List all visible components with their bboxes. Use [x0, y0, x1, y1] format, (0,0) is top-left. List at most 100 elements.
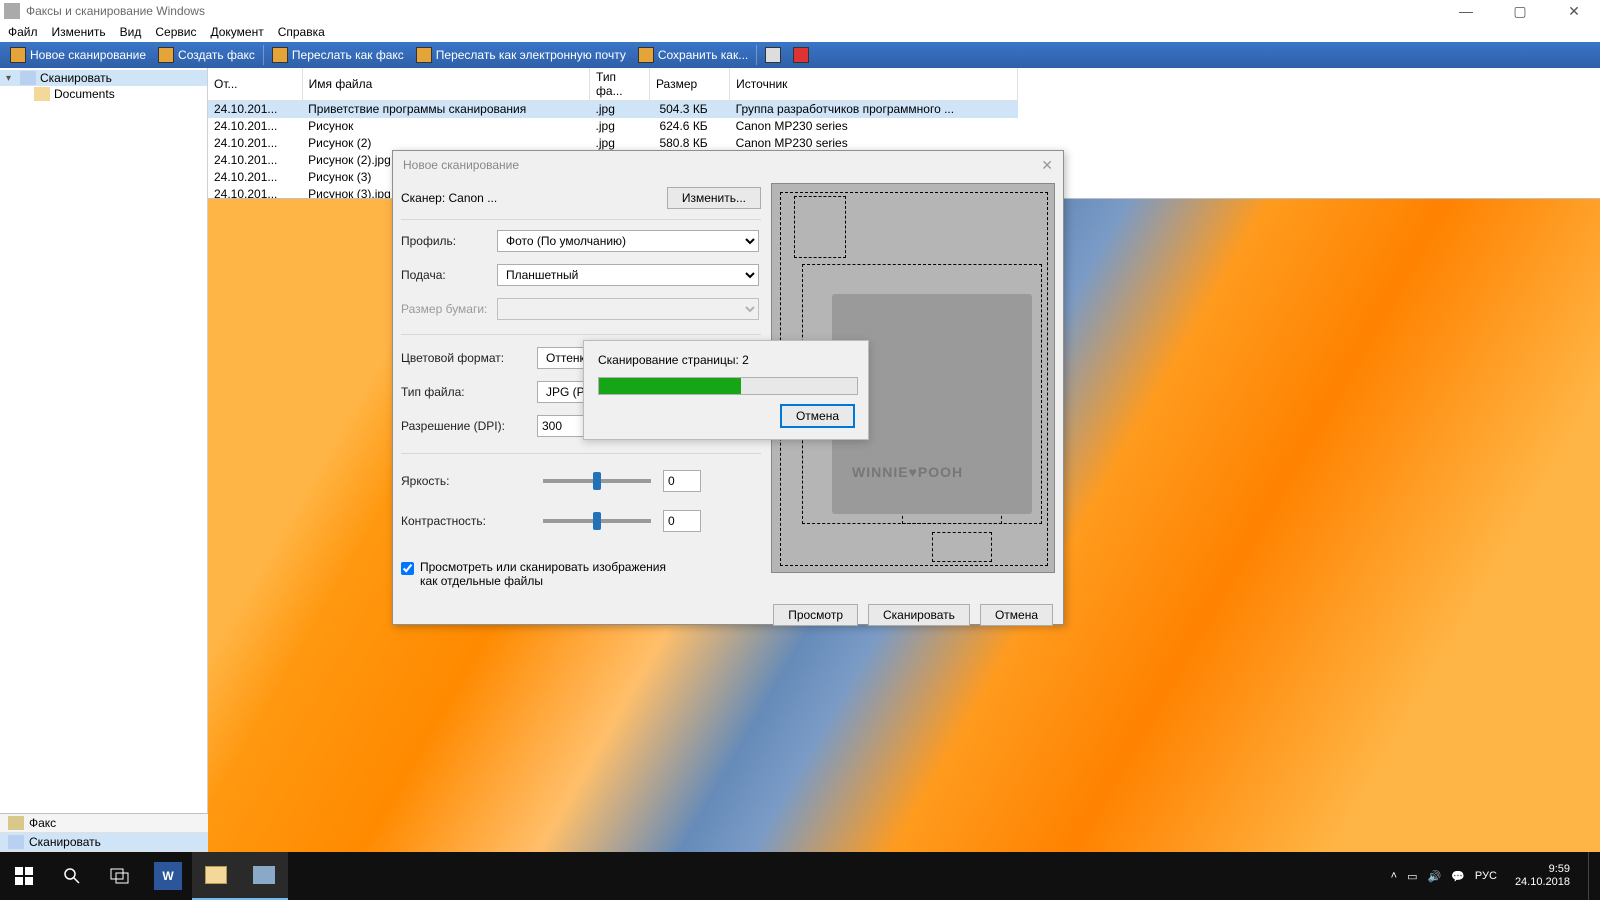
close-button[interactable]: ✕ [1556, 3, 1592, 20]
brightness-slider[interactable] [543, 479, 651, 483]
mode-scan-label: Сканировать [29, 835, 101, 849]
tb-save-as[interactable]: Сохранить как... [632, 43, 754, 67]
print-icon [765, 47, 781, 63]
task-view-icon[interactable] [96, 852, 144, 900]
dialog-title: Новое сканирование [403, 158, 1041, 172]
menu-edit[interactable]: Изменить [52, 25, 106, 39]
contrast-label: Контрастность: [401, 514, 537, 528]
cancel-button[interactable]: Отмена [980, 604, 1053, 626]
tray-volume-icon[interactable]: 🔊 [1428, 870, 1442, 883]
col-date[interactable]: От... [208, 68, 302, 101]
sidebar: ▾ Сканировать Documents [0, 68, 208, 852]
taskbar: W ˄ ▭ 🔊 💬 РУС 9:59 24.10.2018 [0, 852, 1600, 900]
progress-cancel-button[interactable]: Отмена [781, 405, 854, 427]
contrast-slider[interactable] [543, 519, 651, 523]
menu-document[interactable]: Документ [210, 25, 263, 39]
scanner-taskbar-icon[interactable] [240, 852, 288, 900]
tray-language[interactable]: РУС [1475, 870, 1497, 882]
tray-action-center-icon[interactable]: 💬 [1451, 870, 1465, 883]
scanner-label: Сканер: Canon ... [401, 191, 667, 205]
save-icon [638, 47, 654, 63]
change-scanner-button[interactable]: Изменить... [667, 187, 761, 209]
delete-icon [793, 47, 809, 63]
tray-network-icon[interactable]: ▭ [1407, 870, 1417, 883]
progress-bar [598, 377, 858, 395]
taskbar-clock[interactable]: 9:59 24.10.2018 [1507, 863, 1578, 889]
tb-new-scan-label: Новое сканирование [30, 48, 146, 62]
menu-view[interactable]: Вид [120, 25, 142, 39]
col-source[interactable]: Источник [730, 68, 1018, 101]
app-icon [4, 3, 20, 19]
mode-panel: Факс Сканировать [0, 813, 208, 852]
tb-forward-fax[interactable]: Переслать как факс [266, 43, 410, 67]
start-button[interactable] [0, 852, 48, 900]
tree-root-scan[interactable]: ▾ Сканировать [0, 70, 207, 86]
tb-print[interactable] [759, 43, 787, 67]
dialog-close-button[interactable]: ✕ [1041, 157, 1053, 174]
brightness-value[interactable] [663, 470, 701, 492]
word-taskbar-icon[interactable]: W [144, 852, 192, 900]
tb-create-fax[interactable]: Создать факс [152, 43, 261, 67]
paper-size-select [497, 298, 759, 320]
source-select[interactable]: Планшетный [497, 264, 759, 286]
dpi-label: Разрешение (DPI): [401, 419, 537, 433]
show-desktop-button[interactable] [1588, 852, 1594, 900]
tb-forward-email-label: Переслать как электронную почту [436, 48, 626, 62]
file-type-label: Тип файла: [401, 385, 537, 399]
tree-documents[interactable]: Documents [0, 86, 207, 102]
tree-documents-label: Documents [54, 87, 115, 101]
clock-date: 24.10.2018 [1515, 876, 1570, 889]
slider-thumb[interactable] [593, 512, 601, 530]
separator [263, 45, 264, 65]
minimize-button[interactable]: — [1448, 3, 1484, 20]
source-label: Подача: [401, 268, 497, 282]
folder-icon [34, 87, 50, 101]
mode-fax-label: Факс [29, 816, 56, 830]
tree-root-label: Сканировать [40, 71, 112, 85]
menu-file[interactable]: Файл [8, 25, 38, 39]
file-row[interactable]: 24.10.201...Рисунок (2).jpg580.8 КБCanon… [208, 135, 1018, 152]
dialog-titlebar: Новое сканирование ✕ [393, 151, 1063, 179]
fax-mode-icon [8, 816, 24, 830]
tray-chevron-icon[interactable]: ˄ [1391, 870, 1397, 882]
explorer-taskbar-icon[interactable] [192, 852, 240, 900]
tb-forward-email[interactable]: Переслать как электронную почту [410, 43, 632, 67]
forward-fax-icon [272, 47, 288, 63]
tb-create-fax-label: Создать факс [178, 48, 255, 62]
mode-scan[interactable]: Сканировать [0, 833, 208, 852]
color-format-label: Цветовой формат: [401, 351, 537, 365]
contrast-value[interactable] [663, 510, 701, 532]
maximize-button[interactable]: ▢ [1502, 3, 1538, 20]
menu-help[interactable]: Справка [278, 25, 325, 39]
tb-delete[interactable] [787, 43, 815, 67]
window-controls: — ▢ ✕ [1448, 3, 1592, 20]
chevron-down-icon[interactable]: ▾ [6, 73, 16, 84]
titlebar: Факсы и сканирование Windows — ▢ ✕ [0, 0, 1600, 22]
file-row[interactable]: 24.10.201...Приветствие программы сканир… [208, 101, 1018, 118]
slider-thumb[interactable] [593, 472, 601, 490]
mode-fax[interactable]: Факс [0, 814, 208, 833]
profile-select[interactable]: Фото (По умолчанию) [497, 230, 759, 252]
col-size[interactable]: Размер [649, 68, 729, 101]
scan-button[interactable]: Сканировать [868, 604, 970, 626]
preview-button[interactable]: Просмотр [773, 604, 858, 626]
separator [756, 45, 757, 65]
scan-mode-icon [8, 835, 24, 849]
separate-files-checkbox[interactable] [401, 562, 414, 575]
fax-icon [158, 47, 174, 63]
scanner-icon [10, 47, 26, 63]
tb-new-scan[interactable]: Новое сканирование [4, 43, 152, 67]
separate-files-label: Просмотреть или сканировать изображения … [420, 560, 670, 588]
menubar: Файл Изменить Вид Сервис Документ Справк… [0, 22, 1600, 42]
file-row[interactable]: 24.10.201...Рисунок.jpg624.6 КБCanon MP2… [208, 118, 1018, 135]
profile-label: Профиль: [401, 234, 497, 248]
menu-tools[interactable]: Сервис [155, 25, 196, 39]
paper-size-label: Размер бумаги: [401, 302, 497, 316]
search-icon[interactable] [48, 852, 96, 900]
progress-fill [599, 378, 741, 394]
col-type[interactable]: Тип фа... [590, 68, 650, 101]
clock-time: 9:59 [1515, 863, 1570, 876]
col-name[interactable]: Имя файла [302, 68, 589, 101]
tb-forward-fax-label: Переслать как факс [292, 48, 404, 62]
progress-text: Сканирование страницы: 2 [598, 353, 854, 367]
